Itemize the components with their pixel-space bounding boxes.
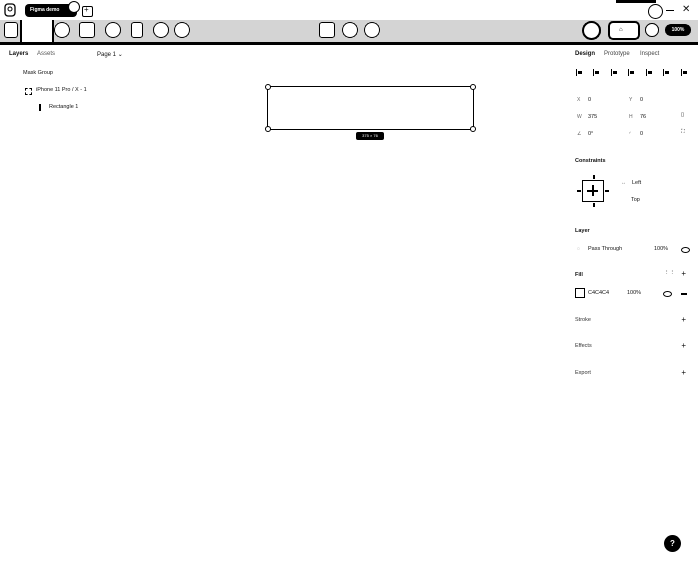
vertical-constraint-select[interactable]: Top xyxy=(631,197,640,203)
title-bar: Figma demo ✕ xyxy=(0,0,698,20)
effects-title: Effects xyxy=(575,343,592,349)
remove-fill-icon[interactable] xyxy=(681,293,687,295)
comment-tool-icon[interactable] xyxy=(174,22,190,38)
tab-inspect[interactable]: Inspect xyxy=(640,51,659,57)
align-right-icon[interactable] xyxy=(611,69,618,76)
distribute-icon[interactable] xyxy=(681,69,688,76)
fill-color-swatch[interactable] xyxy=(575,288,585,298)
layer-item-mask-group[interactable]: Mask Group xyxy=(23,70,53,76)
frame-tool-icon[interactable] xyxy=(54,22,70,38)
chevron-down-icon: ⌄ xyxy=(117,52,123,58)
layer-item-rectangle[interactable]: Rectangle 1 xyxy=(49,104,78,110)
share-button[interactable]: ⌂ xyxy=(608,21,640,40)
align-bottom-icon[interactable] xyxy=(663,69,670,76)
properties-panel: Design Prototype Inspect X 0 Y 0 W 375 H… xyxy=(565,45,698,567)
constraints-title: Constraints xyxy=(575,158,606,164)
horizontal-constraint-select[interactable]: Left xyxy=(632,180,641,186)
dimension-badge: 375 × 76 xyxy=(356,132,384,140)
align-left-icon[interactable] xyxy=(576,69,583,76)
independent-corners-icon[interactable]: ⛶ xyxy=(681,129,685,136)
resize-handle-top-left[interactable] xyxy=(265,84,271,90)
y-input[interactable]: 0 xyxy=(640,97,643,103)
boolean-icon[interactable] xyxy=(364,22,380,38)
account-avatar[interactable] xyxy=(648,4,663,19)
add-stroke-icon[interactable]: + xyxy=(681,316,686,324)
mask-icon[interactable] xyxy=(342,22,358,38)
constraint-right-tick[interactable] xyxy=(605,190,609,192)
resize-handle-bottom-left[interactable] xyxy=(265,126,271,132)
hand-tool-icon[interactable] xyxy=(153,22,169,38)
resize-handle-bottom-right[interactable] xyxy=(470,126,476,132)
export-title: Export xyxy=(575,370,591,376)
tab-assets[interactable]: Assets xyxy=(37,51,55,57)
fill-opacity-input[interactable]: 100% xyxy=(627,290,641,296)
w-label: W xyxy=(577,114,582,120)
shape-tool-icon[interactable] xyxy=(79,22,95,38)
fill-title: Fill xyxy=(575,272,583,278)
align-vertical-center-icon[interactable] xyxy=(646,69,653,76)
zoom-level[interactable]: 100% xyxy=(665,24,691,36)
constraint-top-tick[interactable] xyxy=(593,175,595,179)
text-tool-icon[interactable] xyxy=(131,22,143,38)
width-input[interactable]: 375 xyxy=(588,114,597,120)
layers-panel: Layers Assets Page 1 ⌄ Mask Group iPhone… xyxy=(0,45,130,567)
rotation-label: ∠ xyxy=(577,131,582,137)
height-input[interactable]: 76 xyxy=(640,114,646,120)
share-icon: ⌂ xyxy=(619,27,623,33)
constraint-left-tick[interactable] xyxy=(577,190,581,192)
move-tool-button[interactable] xyxy=(20,20,54,42)
tab-close-icon[interactable] xyxy=(68,1,80,13)
align-top-icon[interactable] xyxy=(628,69,635,76)
horizontal-constraint-icon: ↔ xyxy=(621,180,626,186)
page-selector-label: Page 1 xyxy=(97,52,117,58)
fill-hex-input[interactable]: C4C4C4 xyxy=(588,290,609,296)
layer-opacity-input[interactable]: 100% xyxy=(654,246,668,252)
blend-mode-select[interactable]: Pass Through xyxy=(588,246,622,252)
help-button[interactable]: ? xyxy=(664,535,681,552)
rotation-input[interactable]: 0° xyxy=(588,131,593,137)
layer-title: Layer xyxy=(575,228,590,234)
add-effect-icon[interactable]: + xyxy=(681,342,686,350)
user-avatar[interactable] xyxy=(582,21,601,40)
align-horizontal-center-icon[interactable] xyxy=(593,69,600,76)
tab-layers[interactable]: Layers xyxy=(9,51,28,57)
x-label: X xyxy=(577,97,581,103)
layer-item-iphone-frame[interactable]: iPhone 11 Pro / X - 1 xyxy=(36,87,87,93)
add-fill-icon[interactable]: + xyxy=(681,270,686,278)
constraint-bottom-tick[interactable] xyxy=(593,203,595,207)
y-label: Y xyxy=(629,97,633,103)
add-export-icon[interactable]: + xyxy=(681,369,686,377)
new-tab-icon[interactable] xyxy=(82,5,93,17)
corner-radius-label: ◜ xyxy=(629,131,631,137)
document-tab-title: Figma demo xyxy=(30,7,60,13)
page-selector[interactable]: Page 1 ⌄ xyxy=(97,51,123,58)
rectangle-layer-icon xyxy=(39,104,41,111)
constrain-proportions-icon[interactable]: ▯ xyxy=(681,112,684,118)
selected-rectangle[interactable] xyxy=(267,86,474,130)
present-play-icon[interactable] xyxy=(645,23,659,37)
fill-visibility-eye-icon[interactable] xyxy=(663,291,672,297)
title-bar-accent xyxy=(616,0,656,3)
main-toolbar: ⌂ 100% xyxy=(0,20,698,45)
x-input[interactable]: 0 xyxy=(588,97,591,103)
minimize-icon[interactable] xyxy=(666,10,674,11)
layer-visibility-eye-icon[interactable] xyxy=(681,247,690,253)
main-menu-icon[interactable] xyxy=(4,22,18,38)
fill-styles-icon[interactable]: ⋮⋮ xyxy=(664,270,675,276)
window-close-icon[interactable]: ✕ xyxy=(682,4,690,15)
figma-logo-icon[interactable] xyxy=(4,3,16,17)
stroke-title: Stroke xyxy=(575,317,591,323)
blend-mode-icon: ◌ xyxy=(577,246,580,252)
h-label: H xyxy=(629,114,633,120)
tab-design[interactable]: Design xyxy=(575,51,595,57)
resize-handle-top-right[interactable] xyxy=(470,84,476,90)
frame-layer-icon xyxy=(25,88,32,95)
component-icon[interactable] xyxy=(319,22,335,38)
corner-radius-input[interactable]: 0 xyxy=(640,131,643,137)
constraint-widget[interactable] xyxy=(582,180,604,202)
design-canvas[interactable]: 375 × 76 xyxy=(130,45,565,567)
pen-tool-icon[interactable] xyxy=(105,22,121,38)
tab-prototype[interactable]: Prototype xyxy=(604,51,630,57)
